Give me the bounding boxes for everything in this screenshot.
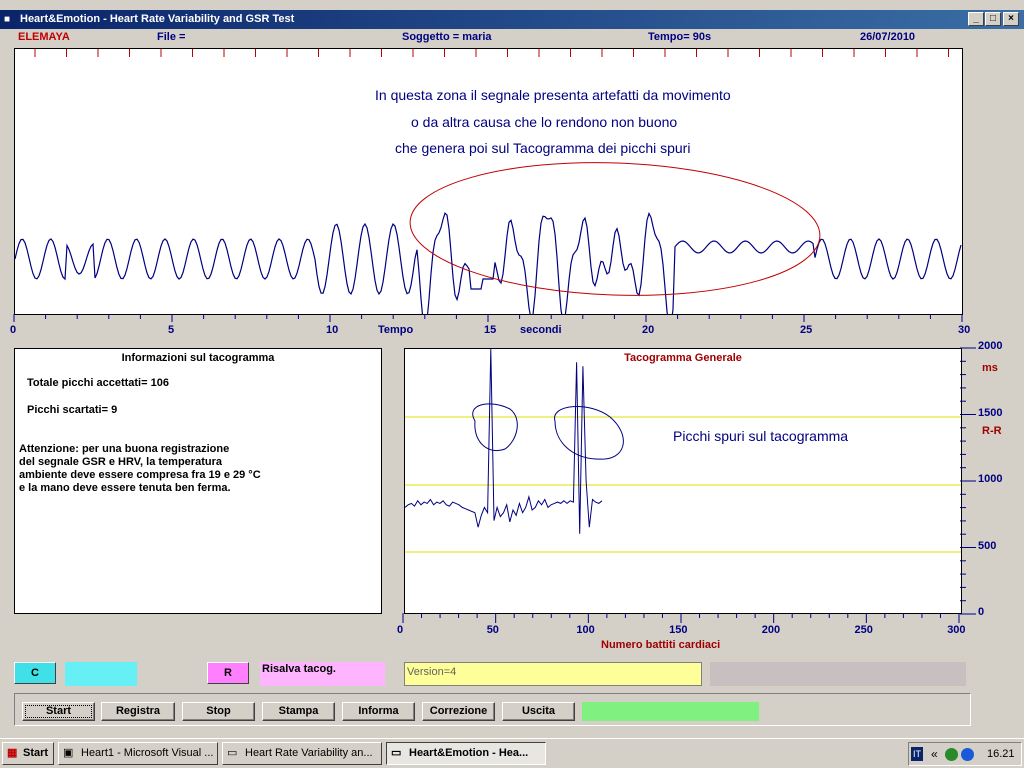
stampa-button[interactable]: Stampa bbox=[262, 702, 335, 721]
y-unit-label: ms bbox=[982, 362, 998, 374]
signal-panel: In questa zona il segnale presenta artef… bbox=[14, 48, 963, 315]
window-icon: ▭ bbox=[227, 747, 238, 759]
y-tick-label-0: 0 bbox=[978, 606, 985, 618]
x-tick-label-0: 0 bbox=[10, 324, 17, 336]
date-label: 26/07/2010 bbox=[860, 31, 916, 43]
uscita-button[interactable]: Uscita bbox=[502, 702, 575, 721]
info-panel: Informazioni sul tacogramma Totale picch… bbox=[14, 348, 382, 614]
windows-logo-icon: ▦ bbox=[7, 747, 18, 759]
c-indicator bbox=[65, 662, 137, 686]
title-bar[interactable]: ■ Heart&Emotion - Heart Rate Variability… bbox=[0, 10, 1024, 29]
axis-label-secondi: secondi bbox=[520, 324, 562, 336]
signal-x-axis bbox=[13, 314, 963, 322]
warning-line-4: e la mano deve essere tenuta ben ferma. bbox=[19, 482, 231, 494]
system-tray: IT « 16.21 bbox=[908, 742, 1022, 766]
version-field: Version=4 bbox=[404, 662, 702, 686]
informa-button[interactable]: Informa bbox=[342, 702, 415, 721]
taskbar: ▦ Start ▣ Heart1 - Microsoft Visual ... … bbox=[0, 738, 1024, 768]
clock[interactable]: 16.21 bbox=[987, 748, 1015, 760]
y-tick-label-1500: 1500 bbox=[978, 406, 1003, 419]
warning-line-3: ambiente deve essere compresa fra 19 e 2… bbox=[19, 469, 261, 481]
brand-label: ELEMAYA bbox=[18, 31, 70, 43]
rejected-count: Picchi scartati= 9 bbox=[27, 404, 118, 416]
x-tick-label-10: 10 bbox=[326, 324, 339, 336]
taco-x-tick-label-0: 0 bbox=[397, 624, 404, 636]
taco-x-tick-label-50: 50 bbox=[486, 624, 499, 636]
annotation-line-2: o da altra causa che lo rendono non buon… bbox=[411, 114, 678, 130]
annotation-line-1: In questa zona il segnale presenta artef… bbox=[375, 87, 731, 103]
risalva-tacog-label[interactable]: Risalva tacog. bbox=[260, 662, 385, 686]
y-tick-label-2000: 2000 bbox=[978, 340, 1003, 352]
annotation-line-3: che genera poi sul Tacogramma dei picchi… bbox=[395, 140, 691, 156]
x-tick-label-15: 15 bbox=[484, 324, 497, 336]
tray-network-icon[interactable] bbox=[961, 748, 974, 761]
r-button[interactable]: R bbox=[207, 662, 249, 684]
y-tick-label-500: 500 bbox=[978, 539, 997, 552]
y-tick-label-1000: 1000 bbox=[978, 473, 1003, 485]
taskbar-item-visual-label: Heart1 - Microsoft Visual ... bbox=[81, 747, 214, 759]
app-icon: ■ bbox=[4, 14, 11, 25]
language-indicator[interactable]: IT bbox=[911, 747, 923, 761]
taskbar-item-hrv[interactable]: ▭ Heart Rate Variability an... bbox=[222, 742, 382, 765]
tacogramma-title: Tacogramma Generale bbox=[624, 352, 742, 364]
axis-label-tempo: Tempo bbox=[378, 324, 414, 336]
taco-x-tick-label-200: 200 bbox=[761, 624, 781, 636]
warning-line-1: Attenzione: per una buona registrazione bbox=[19, 443, 230, 455]
taco-x-tick-label-150: 150 bbox=[669, 624, 688, 636]
tray-expand-icon[interactable]: « bbox=[931, 747, 938, 761]
x-tick-label-20: 20 bbox=[642, 324, 655, 336]
x-tick-label-5: 5 bbox=[168, 324, 175, 336]
registra-button[interactable]: Registra bbox=[101, 702, 175, 721]
visual-studio-icon: ▣ bbox=[63, 747, 74, 759]
taco-x-tick-label-250: 250 bbox=[854, 624, 873, 636]
maximize-button[interactable]: □ bbox=[985, 12, 1001, 26]
window-title: Heart&Emotion - Heart Rate Variability a… bbox=[20, 13, 295, 25]
taco-x-tick-label-100: 100 bbox=[576, 624, 595, 636]
tray-app-icon[interactable] bbox=[945, 748, 958, 761]
status-field bbox=[710, 662, 966, 686]
window-icon: ▭ bbox=[391, 747, 402, 759]
accepted-count: Totale picchi accettati= 106 bbox=[27, 377, 169, 389]
tacogram-line bbox=[405, 349, 603, 534]
tacogramma-annotation: Picchi spuri sul tacogramma bbox=[673, 428, 849, 444]
tacogramma-panel: Tacogramma Generale Picchi spuri sul tac… bbox=[404, 348, 962, 614]
spike-circle-2 bbox=[554, 406, 624, 460]
progress-bar bbox=[582, 702, 759, 721]
x-axis-label: Numero battiti cardiaci bbox=[601, 639, 721, 651]
spike-circle-1 bbox=[472, 403, 518, 451]
taskbar-item-hrv-label: Heart Rate Variability an... bbox=[245, 747, 373, 759]
y-axis-label: R-R bbox=[982, 425, 1002, 437]
top-ticks bbox=[34, 49, 949, 57]
app-window: ■ Heart&Emotion - Heart Rate Variability… bbox=[0, 0, 1024, 738]
start-menu-button[interactable]: ▦ Start bbox=[2, 742, 54, 765]
taco-x-tick-label-300: 300 bbox=[947, 624, 966, 636]
start-menu-label: Start bbox=[23, 747, 49, 759]
correzione-button[interactable]: Correzione bbox=[422, 702, 495, 721]
minimize-button[interactable]: _ bbox=[968, 12, 984, 26]
close-button[interactable]: × bbox=[1003, 12, 1019, 26]
x-tick-label-30: 30 bbox=[958, 324, 971, 336]
taskbar-item-heart-label: Heart&Emotion - Hea... bbox=[409, 747, 529, 759]
tacogramma-plot bbox=[405, 349, 961, 553]
file-label: File = bbox=[157, 31, 186, 43]
subject-label: Soggetto = maria bbox=[402, 31, 492, 43]
time-label: Tempo= 90s bbox=[648, 31, 712, 43]
c-button[interactable]: C bbox=[14, 662, 56, 684]
taco-y-axis bbox=[960, 347, 976, 615]
info-panel-title: Informazioni sul tacogramma bbox=[121, 352, 275, 364]
taskbar-item-visual[interactable]: ▣ Heart1 - Microsoft Visual ... bbox=[58, 742, 218, 765]
taskbar-item-heart-emotion[interactable]: ▭ Heart&Emotion - Hea... bbox=[386, 742, 546, 765]
start-button[interactable]: Start bbox=[22, 702, 95, 721]
warning-text: Attenzione: per una buona registrazione … bbox=[19, 443, 261, 495]
x-tick-label-25: 25 bbox=[800, 324, 813, 336]
stop-button[interactable]: Stop bbox=[182, 702, 255, 721]
warning-line-2: del segnale GSR e HRV, la temperatura bbox=[19, 456, 222, 468]
